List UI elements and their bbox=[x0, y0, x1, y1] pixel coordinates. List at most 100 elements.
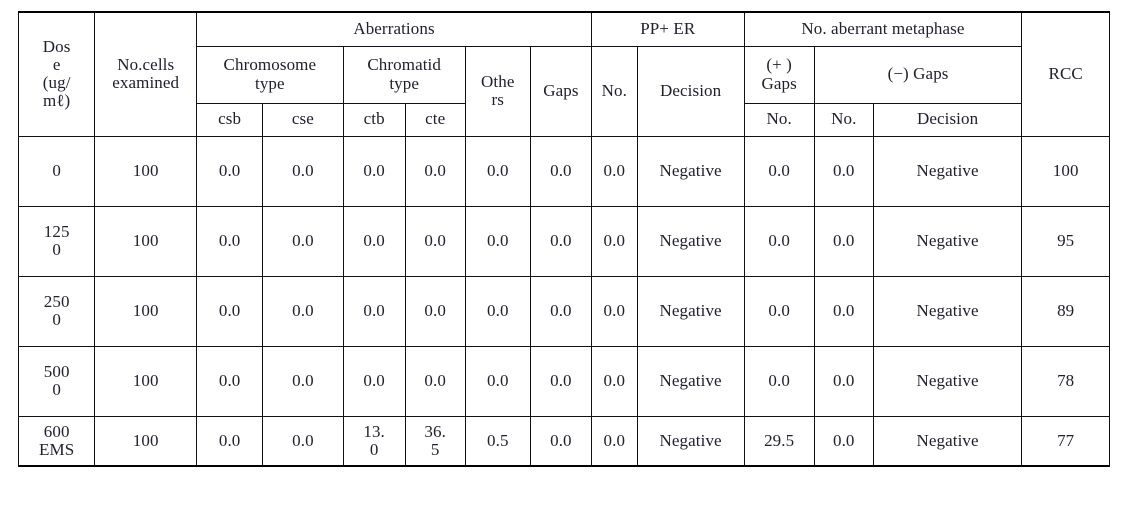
header-chromatid-type: Chromatid type bbox=[342, 45, 466, 104]
cell-csb: 0.0 bbox=[196, 205, 264, 277]
header-chromosome-type: Chromosome type bbox=[196, 45, 344, 104]
header-minus-gaps-decision: Decision bbox=[872, 102, 1023, 137]
cell-cte: 0.0 bbox=[404, 345, 466, 417]
table-body: 0 100 0.0 0.0 0.0 0.0 0.0 0.0 0.0 Negative 0.0 0.0 N… bbox=[17, 135, 1110, 467]
table-row: 125 0 100 0.0 0.0 0.0 0.0 0.0 0.0 0.0 Negative 0.0… bbox=[17, 205, 1110, 277]
cell-csb: 0.0 bbox=[196, 275, 264, 347]
header-cse: cse bbox=[262, 102, 344, 137]
cell-value: 0.0 bbox=[218, 430, 241, 450]
cell-value: 0.0 bbox=[363, 230, 385, 250]
cell-gaps: 0.0 bbox=[529, 275, 592, 347]
cell-value: 0.0 bbox=[832, 230, 855, 250]
cell-value: 250 0 bbox=[43, 291, 70, 329]
cell-pp-er-decision: Negative bbox=[636, 205, 745, 277]
cell-value: 0.0 bbox=[603, 300, 626, 320]
cell-value: Negative bbox=[659, 430, 722, 450]
cell-others: 0.5 bbox=[464, 415, 531, 467]
header-no-aberrant-metaphase: No. aberrant metaphase bbox=[743, 11, 1023, 47]
cell-value: 0.0 bbox=[487, 370, 509, 390]
chromosome-aberration-table: Dos e (ug/ mℓ) No.cells examined Aberrat… bbox=[17, 11, 1110, 467]
cell-pp-er-no: 0.0 bbox=[590, 205, 638, 277]
cell-pp-er-decision: Negative bbox=[636, 415, 745, 467]
cell-cells-examined: 100 bbox=[94, 275, 198, 347]
cell-cells-examined: 100 bbox=[94, 415, 198, 467]
cell-value: 0.0 bbox=[832, 300, 855, 320]
cell-value: 0.0 bbox=[363, 370, 385, 390]
cell-value: 77 bbox=[1057, 430, 1075, 450]
table-row: 0 100 0.0 0.0 0.0 0.0 0.0 0.0 0.0 Negative 0.0 0.0 N… bbox=[17, 135, 1110, 207]
cell-value: Negative bbox=[916, 160, 979, 180]
cell-value: 0.0 bbox=[218, 230, 241, 250]
cell-value: 0.0 bbox=[832, 370, 855, 390]
cell-dose: 0 bbox=[17, 135, 96, 207]
header-row-1: Dos e (ug/ mℓ) No.cells examined Aberrat… bbox=[17, 11, 1110, 137]
cell-minus-gaps-decision: Negative bbox=[872, 205, 1023, 277]
cell-cse: 0.0 bbox=[262, 205, 344, 277]
cell-csb: 0.0 bbox=[196, 345, 264, 417]
cell-cells-examined: 100 bbox=[94, 205, 198, 277]
cell-value: 0.0 bbox=[487, 300, 509, 320]
cell-value: 0.0 bbox=[550, 230, 572, 250]
header-dose: Dos e (ug/ mℓ) bbox=[17, 11, 96, 137]
cell-value: 0.0 bbox=[292, 230, 314, 250]
table-row: 500 0 100 0.0 0.0 0.0 0.0 0.0 0.0 0.0 Negative 0.0… bbox=[17, 345, 1110, 417]
cell-value: Negative bbox=[916, 430, 979, 450]
cell-minus-gaps-decision: Negative bbox=[872, 135, 1023, 207]
table-row: 600 EMS 100 0.0 0.0 13. 0 36. 5 0.5 0.0 0.0 Negat… bbox=[17, 415, 1110, 467]
cell-value: 0.0 bbox=[363, 300, 385, 320]
cell-value: 125 0 bbox=[43, 221, 70, 259]
cell-minus-gaps-no: 0.0 bbox=[813, 205, 874, 277]
cell-rcc: 77 bbox=[1021, 415, 1110, 467]
cell-pp-er-decision: Negative bbox=[636, 275, 745, 347]
cell-value: 0.0 bbox=[487, 160, 509, 180]
cell-dose: 500 0 bbox=[17, 345, 96, 417]
cell-cse: 0.0 bbox=[262, 415, 344, 467]
cell-others: 0.0 bbox=[464, 135, 531, 207]
cell-ctb: 0.0 bbox=[342, 135, 406, 207]
cell-cells-examined: 100 bbox=[94, 345, 198, 417]
cell-rcc: 78 bbox=[1021, 345, 1110, 417]
cell-pp-er-no: 0.0 bbox=[590, 135, 638, 207]
cell-pp-er-no: 0.0 bbox=[590, 415, 638, 467]
cell-value: 78 bbox=[1057, 370, 1075, 390]
cell-dose: 600 EMS bbox=[17, 415, 96, 467]
cell-value: Negative bbox=[659, 370, 722, 390]
cytogenetics-table-container: Dos e (ug/ mℓ) No.cells examined Aberrat… bbox=[17, 11, 1110, 467]
cell-value: 0.0 bbox=[424, 160, 446, 180]
cell-others: 0.0 bbox=[464, 205, 531, 277]
cell-value: Negative bbox=[916, 230, 979, 250]
cell-minus-gaps-no: 0.0 bbox=[813, 345, 874, 417]
cell-value: 0.0 bbox=[424, 370, 446, 390]
cell-value: 0.0 bbox=[550, 160, 572, 180]
cell-cte: 0.0 bbox=[404, 205, 466, 277]
cell-minus-gaps-no: 0.0 bbox=[813, 135, 874, 207]
header-pp-er-no: No. bbox=[590, 45, 638, 137]
cell-others: 0.0 bbox=[464, 275, 531, 347]
cell-cte: 0.0 bbox=[404, 275, 466, 347]
cell-value: 100 bbox=[1052, 160, 1079, 180]
cell-value: 500 0 bbox=[43, 361, 70, 399]
cell-value: 0.0 bbox=[832, 430, 855, 450]
cell-value: 13. 0 bbox=[363, 421, 385, 459]
cell-dose: 250 0 bbox=[17, 275, 96, 347]
cell-value: Negative bbox=[659, 300, 722, 320]
cell-csb: 0.0 bbox=[196, 135, 264, 207]
cell-value: 0.0 bbox=[550, 430, 572, 450]
cell-minus-gaps-decision: Negative bbox=[872, 275, 1023, 347]
header-cte: cte bbox=[404, 102, 466, 137]
header-cells-examined: No.cells examined bbox=[94, 11, 198, 137]
cell-value: 100 bbox=[132, 430, 159, 450]
cell-value: 0.0 bbox=[832, 160, 855, 180]
cell-ctb: 0.0 bbox=[342, 275, 406, 347]
cell-minus-gaps-no: 0.0 bbox=[813, 415, 874, 467]
header-pp-er-decision: Decision bbox=[636, 45, 745, 137]
cell-value: 600 EMS bbox=[39, 421, 75, 459]
header-rcc: RCC bbox=[1021, 11, 1110, 137]
cell-cte: 0.0 bbox=[404, 135, 466, 207]
cell-value: Negative bbox=[659, 160, 722, 180]
cell-value: 100 bbox=[132, 370, 159, 390]
cell-rcc: 89 bbox=[1021, 275, 1110, 347]
cell-minus-gaps-decision: Negative bbox=[872, 415, 1023, 467]
cell-value: 0.0 bbox=[603, 230, 626, 250]
header-csb: csb bbox=[196, 102, 264, 137]
